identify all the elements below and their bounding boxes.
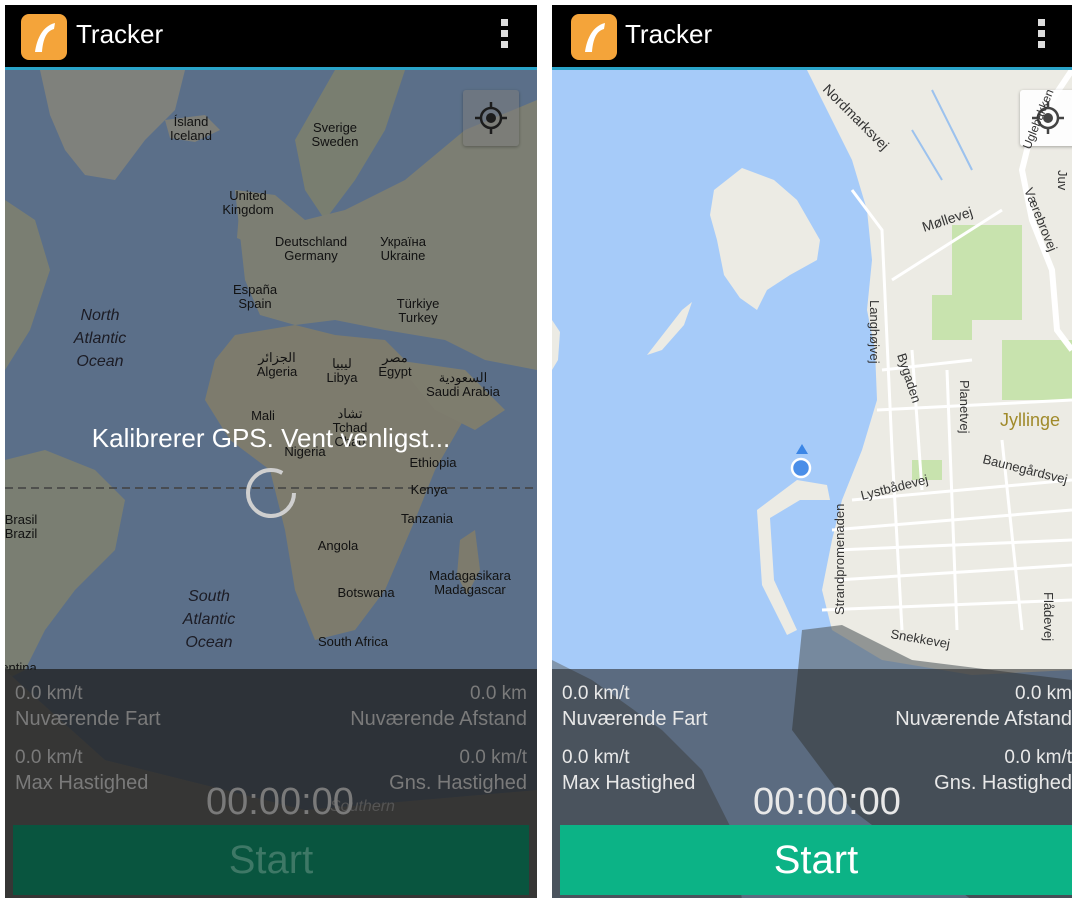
- max-speed-stat: 0.0 km/t Max Hastighed: [562, 747, 695, 795]
- current-speed-label: Nuværende Fart: [15, 708, 161, 730]
- app-bar: Tracker: [5, 5, 537, 67]
- start-button[interactable]: Start: [560, 825, 1072, 895]
- current-distance-stat: 0.0 km Nuværende Afstand: [350, 683, 527, 731]
- max-speed-value: 0.0 km/t: [562, 747, 630, 768]
- avg-speed-stat: 0.0 km/t Gns. Hastighed: [934, 747, 1072, 795]
- current-speed-stat: 0.0 km/t Nuværende Fart: [15, 683, 161, 731]
- current-speed-value: 0.0 km/t: [562, 683, 630, 704]
- current-distance-label: Nuværende Afstand: [350, 708, 527, 730]
- max-speed-value: 0.0 km/t: [15, 747, 83, 768]
- label-baunegardsvej: Baunegårdsvej: [981, 451, 1069, 487]
- avg-speed-label: Gns. Hastighed: [934, 772, 1072, 794]
- label-lystbadevej: Lystbådevej: [859, 472, 930, 503]
- current-distance-stat: 0.0 km Nuværende Afstand: [895, 683, 1072, 731]
- label-snekkevej: Snekkevej: [889, 626, 951, 651]
- label-uglebakken: Uglebakken: [1020, 87, 1057, 151]
- label-nordmarksvej: Nordmarksvej: [820, 81, 892, 153]
- label-mollevej: Møllevej: [920, 204, 975, 235]
- label-vaerebrovej: Værebrovej: [1021, 186, 1060, 254]
- street-map-labels: Nordmarksvej Uglebakken Møllevej Værebro…: [820, 81, 1070, 652]
- current-speed-label: Nuværende Fart: [562, 708, 708, 730]
- label-strandpromenaden: Strandpromenaden: [832, 504, 847, 615]
- current-distance-value: 0.0 km: [469, 683, 527, 704]
- current-distance-label: Nuværende Afstand: [895, 708, 1072, 730]
- start-button[interactable]: Start: [13, 825, 529, 895]
- app-bar: Tracker: [552, 5, 1072, 67]
- label-bygaden: Bygaden: [894, 351, 924, 404]
- label-planetvej: Planetvej: [957, 380, 972, 434]
- label-jyllinge: Jyllinge: [1000, 410, 1060, 430]
- app-title: Tracker: [625, 19, 713, 49]
- elapsed-timer: 00:00:00: [206, 781, 354, 823]
- label-juv: Juv: [1055, 170, 1070, 191]
- current-speed-stat: 0.0 km/t Nuværende Fart: [562, 683, 708, 731]
- max-speed-stat: 0.0 km/t Max Hastighed: [15, 747, 148, 795]
- avg-speed-value: 0.0 km/t: [1004, 747, 1072, 768]
- right-phone-screen: Tracker Nordmarksvej Uglebakken Møllevej…: [552, 5, 1072, 898]
- label-fladevej: Flådevej: [1041, 592, 1056, 641]
- loading-spinner-icon: [246, 468, 296, 518]
- max-speed-label: Max Hastighed: [562, 772, 696, 794]
- gps-calibration-message: Kalibrerer GPS. Vent venligst...: [91, 423, 451, 453]
- max-speed-label: Max Hastighed: [15, 772, 149, 794]
- overflow-menu-icon[interactable]: [501, 19, 509, 52]
- left-phone-screen: Tracker Ísland Iceland Sverige Sweden Un…: [5, 5, 537, 898]
- app-logo-icon: [571, 14, 617, 60]
- avg-speed-value: 0.0 km/t: [459, 747, 527, 768]
- app-logo-icon: [21, 14, 67, 60]
- avg-speed-stat: 0.0 km/t Gns. Hastighed: [389, 747, 527, 795]
- elapsed-timer: 00:00:00: [753, 781, 901, 823]
- avg-speed-label: Gns. Hastighed: [389, 772, 527, 794]
- label-langhojvej: Langhøjvej: [867, 300, 882, 364]
- current-distance-value: 0.0 km: [1014, 683, 1072, 704]
- overflow-menu-icon[interactable]: [1038, 19, 1046, 52]
- current-speed-value: 0.0 km/t: [15, 683, 83, 704]
- app-title: Tracker: [76, 19, 164, 49]
